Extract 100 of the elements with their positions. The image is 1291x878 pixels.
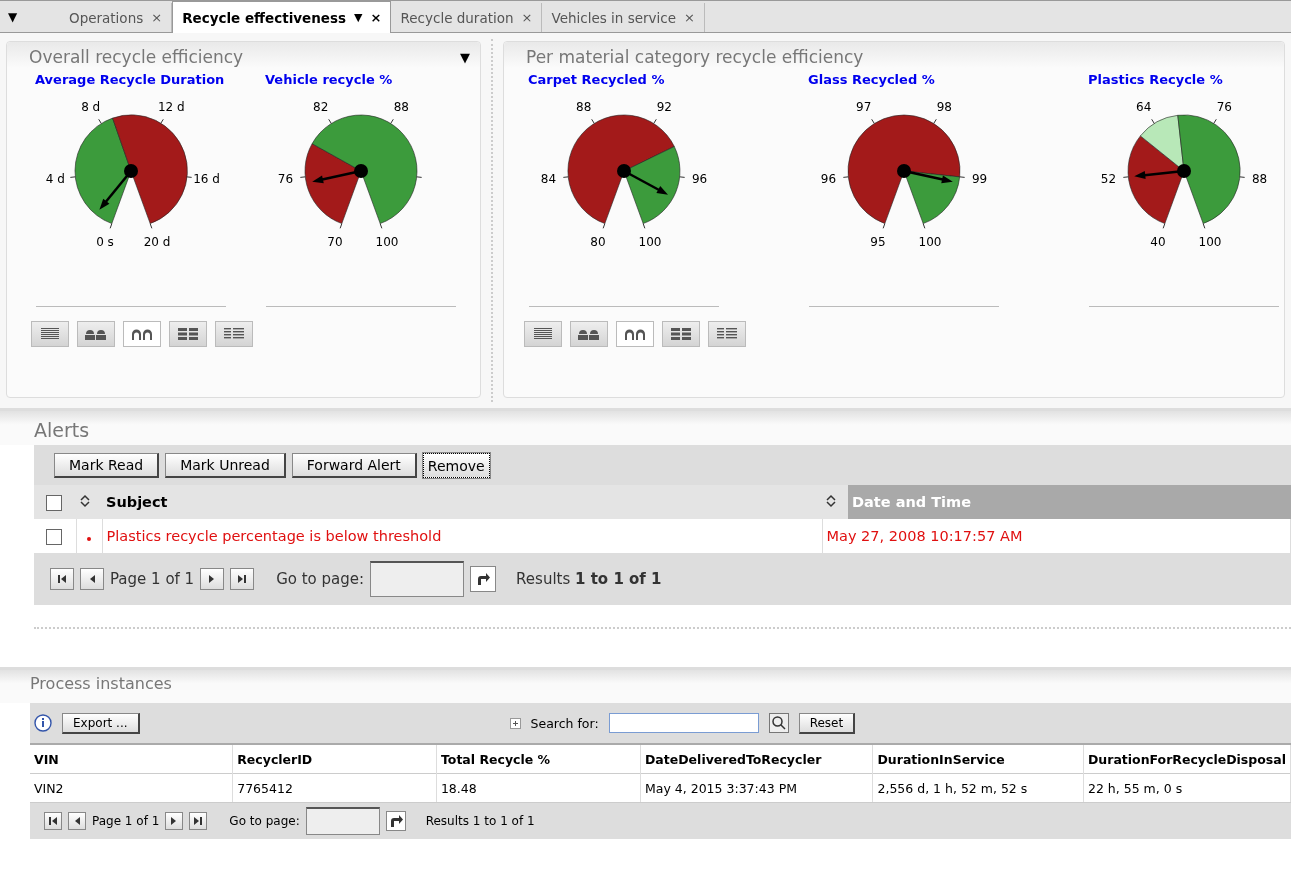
gauge-hub [124, 164, 138, 178]
tab-menu-button[interactable]: ▼ [0, 1, 60, 32]
close-button[interactable]: × [151, 10, 163, 25]
action-button[interactable]: Forward Alert [291, 453, 417, 478]
prev-page-button[interactable] [68, 812, 86, 830]
tick-mark [149, 223, 153, 229]
tab[interactable]: Recycle effectiveness ▼ × [172, 1, 392, 33]
layout-button[interactable] [570, 321, 608, 347]
search-button[interactable] [768, 713, 789, 733]
layout-button[interactable] [524, 321, 562, 347]
tab-menu-button[interactable]: ▼ [354, 11, 363, 24]
layout-button[interactable] [215, 321, 253, 347]
tick-mark [562, 176, 569, 178]
tick-mark [1162, 223, 1166, 229]
last-page-button[interactable] [230, 568, 255, 590]
gauge-title-link[interactable]: Glass Recycled % [808, 72, 935, 87]
search-field[interactable] [608, 713, 759, 733]
tick-mark [871, 118, 875, 124]
tick-label: 82 [313, 99, 329, 114]
grid-layout-icon [177, 328, 199, 340]
select-all-checkbox[interactable] [46, 494, 62, 511]
close-button[interactable]: × [684, 10, 695, 25]
portlet-title: Per material category recycle efficiency [526, 47, 864, 67]
next-page-button[interactable] [200, 568, 225, 590]
portlet-menu-button[interactable]: ▼ [460, 49, 470, 65]
next-arrow-icon [209, 575, 215, 583]
tick-mark [186, 176, 193, 178]
section-title: Process instances [0, 667, 1291, 703]
results-count: Results 1 to 1 of 1 [425, 814, 535, 828]
page-input-field[interactable] [370, 561, 465, 597]
column-header: DateDeliveredToRecycler [640, 744, 873, 774]
tick-label: 100 [638, 235, 662, 250]
expand-icon[interactable] [509, 717, 521, 729]
tick-label: 92 [656, 99, 672, 114]
prev-arrow-icon [90, 575, 95, 583]
page-indicator: Page 1 of 1 [110, 570, 195, 588]
tab-label: Recycle duration [400, 9, 514, 26]
tick-label: 100 [375, 235, 399, 250]
table-cell: 2,556 d, 1 h, 52 m, 52 s [872, 773, 1084, 803]
last-page-button[interactable] [189, 812, 208, 830]
action-button[interactable]: Remove [422, 453, 490, 478]
gauge-hub [897, 164, 911, 178]
gauge-title-link[interactable]: Carpet Recycled % [528, 72, 665, 87]
go-button[interactable] [385, 811, 406, 831]
tick-mark [98, 118, 102, 124]
pairs-layout-icon [578, 328, 600, 340]
reset-button[interactable]: Reset [798, 712, 856, 734]
last-arrow-icon [238, 575, 247, 583]
gauge-title-link[interactable]: Plastics Recycle % [1088, 72, 1223, 87]
sort-icon [826, 493, 836, 508]
layout-button[interactable] [77, 321, 115, 347]
gauge-hub [617, 164, 631, 178]
go-to-page-label: Go to page: [229, 814, 300, 828]
layout-button[interactable] [123, 321, 161, 347]
tick-label: 100 [1198, 235, 1222, 250]
sort-icon [80, 493, 90, 508]
column-header: Total Recycle % [436, 744, 641, 774]
layout-button[interactable] [662, 321, 700, 347]
tick-label: 76 [1216, 99, 1232, 114]
layout-button[interactable] [616, 321, 654, 347]
tick-mark [591, 118, 595, 124]
tick-label: 70 [327, 235, 343, 250]
tick-label: 88 [576, 99, 592, 114]
list-layout-icon [716, 328, 738, 340]
first-page-button[interactable] [50, 568, 74, 590]
layout-button[interactable] [708, 321, 746, 347]
page-indicator: Page 1 of 1 [92, 814, 160, 828]
layout-button[interactable] [31, 321, 69, 347]
page-input-field[interactable] [305, 807, 380, 835]
table-cell: 7765412 [232, 773, 437, 803]
table-cell: May 4, 2015 3:37:43 PM [640, 773, 873, 803]
gauge-title-link[interactable]: Average Recycle Duration [35, 72, 225, 87]
tab-label: Operations [69, 9, 144, 26]
column-header[interactable]: Subject [102, 485, 822, 519]
close-button[interactable]: × [370, 10, 382, 25]
tick-label: 76 [277, 171, 294, 186]
gauge-hub [1177, 164, 1191, 178]
row-checkbox[interactable] [46, 528, 62, 545]
prev-page-button[interactable] [80, 568, 104, 590]
tick-label: 20 d [143, 235, 171, 250]
go-button[interactable] [470, 566, 497, 592]
tick-label: 4 d [45, 171, 65, 186]
tick-label: 64 [1136, 99, 1152, 114]
go-to-page-label: Go to page: [276, 570, 365, 588]
column-header: VIN [30, 744, 233, 774]
gauge-hub [354, 164, 368, 178]
first-page-button[interactable] [44, 812, 62, 830]
close-button[interactable]: × [521, 10, 533, 25]
tab[interactable]: Vehicles in service × [542, 3, 705, 32]
tab[interactable]: Recycle duration × [391, 3, 543, 32]
next-page-button[interactable] [165, 812, 184, 830]
gauge-title-link[interactable]: Vehicle recycle % [265, 72, 393, 87]
tick-label: 88 [393, 99, 409, 114]
tick-mark [842, 176, 849, 178]
tick-mark [160, 118, 164, 124]
action-button[interactable]: Mark Read [54, 453, 160, 478]
export-button[interactable]: Export ... [62, 712, 140, 734]
action-button[interactable]: Mark Unread [165, 453, 286, 478]
layout-button[interactable] [169, 321, 207, 347]
search-label: Search for: [530, 715, 599, 731]
